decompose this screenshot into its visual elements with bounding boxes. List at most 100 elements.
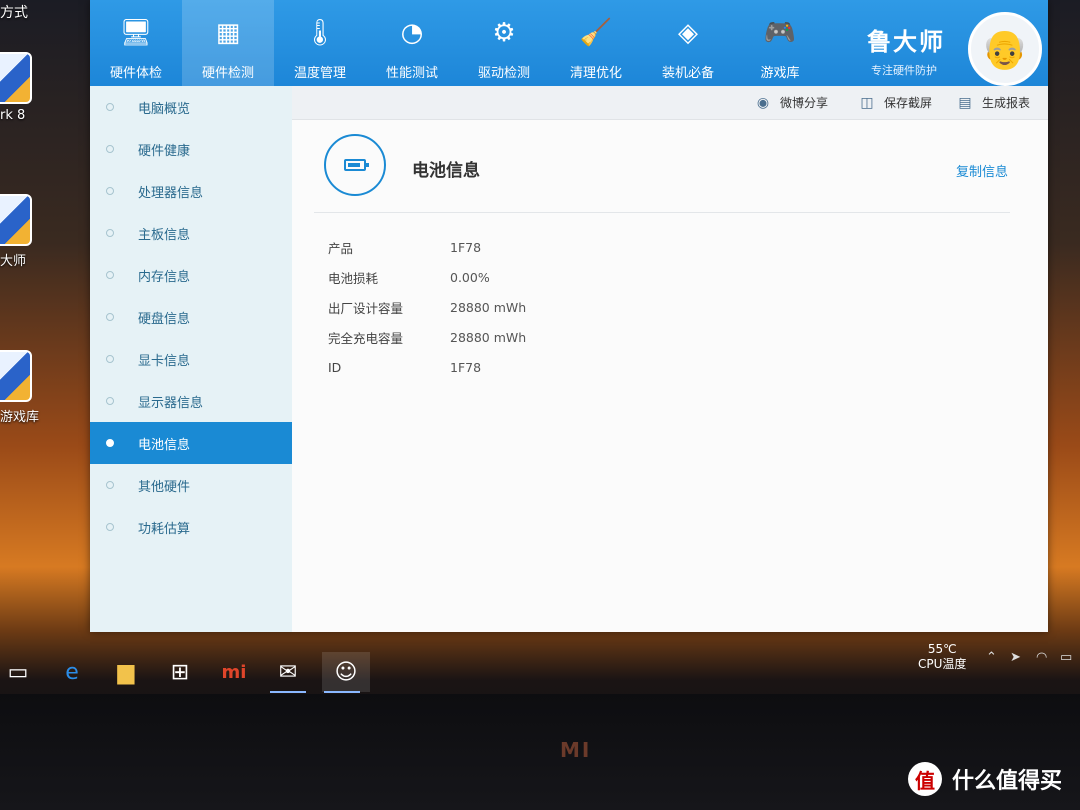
sidebar-item[interactable]: 功耗估算: [90, 506, 292, 548]
cpu-temp-label: CPU温度: [918, 657, 967, 671]
sidebar-item[interactable]: 硬盘信息: [90, 296, 292, 338]
sidebar-item[interactable]: 电池信息: [90, 422, 292, 464]
copy-info-link[interactable]: 复制信息: [956, 161, 1008, 180]
pin-icon[interactable]: ➤: [1010, 650, 1021, 665]
bullet-icon: [106, 439, 114, 447]
battery-icon: [324, 134, 386, 196]
battery-info-table: 产品 1F78 电池损耗 0.00% 出厂设计容量 28880 mWh 完全充电容量 2888…: [328, 232, 526, 382]
nav-item-label: 性能测试: [385, 66, 438, 81]
gamepad-icon: 🎮: [763, 18, 797, 48]
store-icon[interactable]: ⊞: [160, 652, 200, 692]
main-nav: 🖥 硬件体检 ▦ 硬件检测 🌡 温度管理 ◔ 性能测试 ⚙ 驱动检测 🧹 清理优化 ◈ 装机必备 🎮 游戏库: [90, 0, 826, 86]
taskbar: ▭ e ▆ ⊞ mi ✉ ☺ 55℃ CPU温度 ⌃ ➤ ◠ ▭: [0, 640, 1080, 693]
sidebar-item[interactable]: 处理器信息: [90, 170, 292, 212]
wifi-icon[interactable]: ◠: [1036, 650, 1047, 665]
weibo-share-label: 微博分享: [780, 96, 829, 110]
bullet-icon: [106, 481, 114, 489]
info-value: 28880 mWh: [450, 299, 527, 315]
edge-icon[interactable]: e: [52, 652, 92, 692]
report-icon: ▤: [958, 94, 972, 111]
info-key: ID: [328, 359, 342, 375]
cpu-temp-value: 55℃: [927, 642, 957, 656]
generate-report-label: 生成报表: [982, 96, 1031, 110]
divider: [314, 212, 1010, 213]
circuit-board-icon: ▦: [215, 18, 241, 48]
info-row: 出厂设计容量 28880 mWh: [328, 292, 526, 322]
save-screenshot-button[interactable]: ◫ 保存截屏: [858, 94, 932, 111]
sidebar-item-label: 电脑概览: [138, 101, 191, 117]
sidebar-item[interactable]: 硬件健康: [90, 128, 292, 170]
sidebar-item[interactable]: 其他硬件: [90, 464, 292, 506]
nav-item-label: 游戏库: [760, 66, 800, 81]
nav-item-label: 温度管理: [293, 66, 346, 81]
nav-item[interactable]: 🖥 硬件体检: [90, 0, 182, 86]
info-value: 1F78: [450, 359, 482, 375]
sidebar-item[interactable]: 内存信息: [90, 254, 292, 296]
sidebar-item[interactable]: 显示器信息: [90, 380, 292, 422]
nav-item-label: 装机必备: [661, 66, 714, 81]
nav-item[interactable]: 🎮 游戏库: [734, 0, 826, 86]
sidebar-item[interactable]: 显卡信息: [90, 338, 292, 380]
info-key: 电池损耗: [328, 270, 379, 286]
bullet-icon: [106, 187, 114, 195]
bezel-logo: MI: [560, 738, 592, 762]
desktop-icon-gamelib[interactable]: 游戏库: [0, 350, 90, 425]
watermark: 值 什么值得买: [907, 762, 1062, 796]
info-row: 产品 1F78: [328, 232, 526, 262]
weibo-share-button[interactable]: ◉ 微博分享: [754, 94, 828, 111]
nav-item[interactable]: 🧹 清理优化: [550, 0, 642, 86]
info-key: 产品: [328, 240, 354, 256]
sidebar-item-label: 显示器信息: [138, 395, 204, 411]
sidebar-item[interactable]: 主板信息: [90, 212, 292, 254]
generate-report-button[interactable]: ▤ 生成报表: [956, 94, 1030, 111]
cube-icon: ◈: [678, 18, 698, 48]
nav-item-label: 硬件体检: [109, 66, 162, 81]
network-icon[interactable]: ▭: [1060, 650, 1072, 665]
brand-subtitle: 专注硬件防护: [871, 64, 937, 77]
avatar[interactable]: 👴: [968, 12, 1042, 86]
nav-item-label: 硬件检测: [201, 66, 254, 81]
monitor-icon: 🖥: [119, 18, 153, 48]
nav-item[interactable]: ◔ 性能测试: [366, 0, 458, 86]
info-row: 电池损耗 0.00%: [328, 262, 526, 292]
app-icon: [0, 52, 32, 104]
sidebar: 电脑概览硬件健康处理器信息主板信息 内存信息 硬盘信息 显卡信息显示器信息电池信息其他…: [90, 86, 292, 632]
desktop-icon-label: rk 8: [0, 108, 26, 123]
sidebar-item-label: 电池信息: [138, 437, 191, 453]
mi-app-icon[interactable]: mi: [214, 652, 254, 692]
section-title: 电池信息: [412, 161, 480, 181]
bullet-icon: [106, 229, 114, 237]
desktop-icons: rk 8 大师 游戏库: [0, 0, 90, 640]
desktop-icon-label: 游戏库: [0, 410, 40, 425]
info-value: 1F78: [450, 239, 482, 255]
broom-icon: 🧹: [579, 18, 613, 48]
desktop-icon-ludashi[interactable]: 大师: [0, 194, 90, 269]
bullet-icon: [106, 271, 114, 279]
app-window: 🖥 硬件体检 ▦ 硬件检测 🌡 温度管理 ◔ 性能测试 ⚙ 驱动检测 🧹 清理优化 ◈ 装机必备 🎮 游戏库 …: [90, 0, 1048, 632]
thermometer-icon: 🌡: [303, 18, 337, 48]
task-view-icon[interactable]: ▭: [0, 652, 38, 692]
info-key: 出厂设计容量: [328, 300, 404, 316]
sidebar-item-label: 功耗估算: [138, 521, 191, 537]
sidebar-item[interactable]: 电脑概览: [90, 86, 292, 128]
nav-item[interactable]: ▦ 硬件检测: [182, 0, 274, 86]
nav-item[interactable]: ⚙ 驱动检测: [458, 0, 550, 86]
sidebar-item-label: 处理器信息: [138, 185, 204, 201]
brand-name: 鲁大师: [867, 28, 945, 56]
mail-icon[interactable]: ✉: [268, 652, 308, 693]
nav-item-label: 清理优化: [569, 66, 622, 81]
chevron-up-icon[interactable]: ⌃: [986, 650, 997, 665]
cpu-temp-widget[interactable]: 55℃ CPU温度: [918, 642, 966, 672]
gauge-icon: ◔: [400, 18, 424, 48]
nav-item[interactable]: 🌡 温度管理: [274, 0, 366, 86]
nav-item[interactable]: ◈ 装机必备: [642, 0, 734, 86]
weibo-icon: ◉: [756, 94, 770, 111]
nav-item-label: 驱动检测: [477, 66, 530, 81]
toolbar: ◉ 微博分享 ◫ 保存截屏 ▤ 生成报表: [292, 86, 1048, 120]
ludashi-taskbar-icon[interactable]: ☺: [322, 652, 370, 693]
desktop-icon-app[interactable]: rk 8: [0, 52, 90, 123]
info-key: 完全充电容量: [328, 330, 404, 346]
bullet-icon: [106, 523, 114, 531]
top-nav-bar: 🖥 硬件体检 ▦ 硬件检测 🌡 温度管理 ◔ 性能测试 ⚙ 驱动检测 🧹 清理优化 ◈ 装机必备 🎮 游戏库 …: [90, 0, 1048, 86]
file-explorer-icon[interactable]: ▆: [106, 652, 146, 692]
